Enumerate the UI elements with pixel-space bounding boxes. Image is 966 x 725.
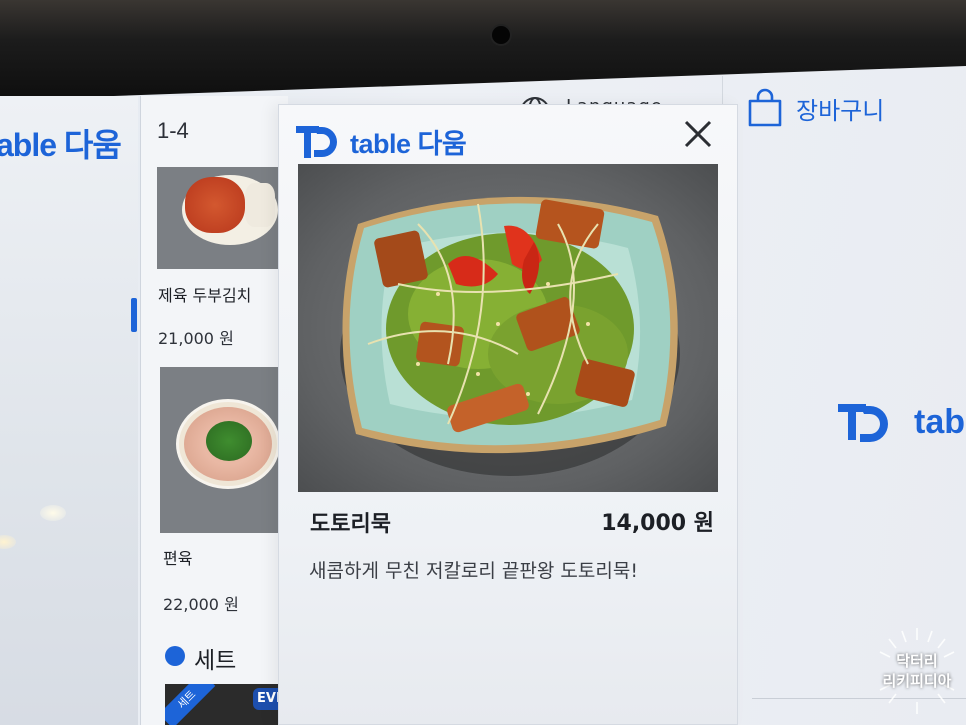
cart-button[interactable]: 장바구니 [746,86,884,130]
active-category-indicator [131,298,137,332]
menu-item-price: 21,000 원 [158,329,234,348]
category-range-label: 1-4 [157,118,189,143]
dish-photo [298,164,718,492]
left-panel [0,96,138,725]
modal-brand-text: table 다움 [350,129,467,159]
screen-glare [40,505,66,521]
front-camera [490,24,512,46]
section-bullet-icon [165,646,185,666]
brand-mark-icon [296,125,337,158]
menu-item-name[interactable]: 제육 두부김치 [158,282,251,306]
brand-logo: able 다움 [0,127,122,163]
close-button[interactable] [680,116,716,152]
kimchi [185,177,245,233]
dish-description: 새콤하게 무친 저칼로리 끝판왕 도토리묵! [309,560,638,582]
menu-item-price: 22,000 원 [163,595,239,614]
modal-brand-logo: table 다움 [294,122,467,161]
dish-illustration [340,196,680,476]
dish-price: 14,000 원 [601,511,714,536]
menu-item-image[interactable] [157,167,281,269]
tofu [245,183,275,227]
garnish [206,421,252,461]
brand-logo-right: tabl [836,400,966,444]
watermark-text: 리키피디아 [882,672,952,690]
brand-logo-text: tabl [914,402,966,441]
menu-item-image[interactable] [160,367,284,533]
dish-name: 도토리묵 [310,512,391,537]
set-badge: 세트 [165,684,216,725]
menu-item-name[interactable]: 편육 [163,545,192,569]
section-title: 세트 [194,648,237,674]
close-icon [684,120,712,148]
menu-item-image[interactable]: 세트 EVE [165,684,289,725]
cart-label: 장바구니 [796,96,885,125]
shopping-bag-icon [748,88,782,127]
watermark-text: 닥터리 [896,652,938,670]
brand-mark-icon [838,404,888,442]
